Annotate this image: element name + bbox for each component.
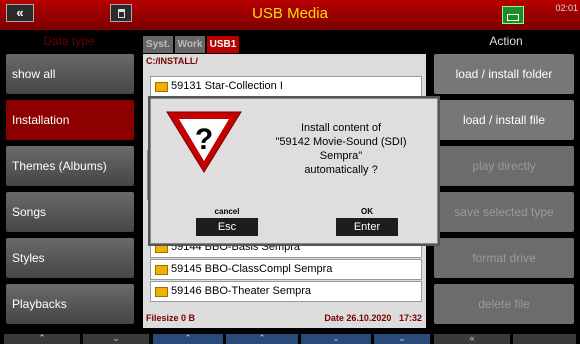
filesize-text: Filesize 0 B xyxy=(146,313,196,323)
tab-usb1[interactable]: USB1 xyxy=(207,36,239,53)
enter-button[interactable]: Enter xyxy=(336,218,398,236)
scroll-top-button[interactable]: ⌃ xyxy=(153,334,223,344)
data-type-heading: Data type xyxy=(43,34,95,48)
usb-icon xyxy=(507,14,519,21)
data-type-installation[interactable]: Installation xyxy=(6,100,134,140)
window-title: USB Media xyxy=(252,5,328,22)
date-text: Date 26.10.2020 xyxy=(324,313,392,323)
data-type-playbacks[interactable]: Playbacks xyxy=(6,284,134,324)
time-text: 17:32 xyxy=(398,313,422,323)
page-up-left-button[interactable]: ⌃ xyxy=(4,334,80,344)
folder-icon xyxy=(155,243,168,253)
file-item-label: 59146 BBO-Theater Sempra xyxy=(171,285,312,297)
page-down-left-button[interactable]: ⌄ xyxy=(83,334,149,344)
load-install-file-button[interactable]: load / install file xyxy=(434,100,574,140)
file-item[interactable]: 59131 Star-Collection I xyxy=(150,76,422,97)
current-path: C:/INSTALL/ xyxy=(146,56,198,66)
file-item-label: 59131 Star-Collection I xyxy=(171,80,283,92)
esc-button[interactable]: Esc xyxy=(196,218,258,236)
cancel-caption: cancel xyxy=(214,207,240,216)
dialog-message: Install content of "59142 Movie-Sound (S… xyxy=(251,121,431,177)
install-confirm-dialog: ? Install content of "59142 Movie-Sound … xyxy=(150,98,438,244)
save-selected-type-button[interactable]: save selected type xyxy=(434,192,574,232)
load-install-folder-button[interactable]: load / install folder xyxy=(434,54,574,94)
usb-status-badge xyxy=(502,6,524,24)
action-heading: Action xyxy=(489,34,523,48)
file-item[interactable]: 59145 BBO-ClassCompl Sempra xyxy=(150,259,422,280)
status-line: Filesize 0 B Date 26.10.2020 17:32 xyxy=(146,313,422,323)
data-type-show-all[interactable]: show all xyxy=(6,54,134,94)
scroll-bottom-button[interactable]: ⌄ xyxy=(374,334,430,344)
dialog-message-line: Install content of xyxy=(300,122,382,134)
file-item[interactable]: 59146 BBO-Theater Sempra xyxy=(150,281,422,302)
data-type-songs[interactable]: Songs xyxy=(6,192,134,232)
dialog-message-line: "59142 Movie-Sound (SDI) xyxy=(275,136,407,148)
dialog-message-line: automatically ? xyxy=(304,164,378,176)
scroll-down-button[interactable]: ⌄ xyxy=(301,334,371,344)
data-type-styles[interactable]: Styles xyxy=(6,238,134,278)
data-type-themes[interactable]: Themes (Albums) xyxy=(6,146,134,186)
svg-text:?: ? xyxy=(195,123,213,156)
folder-icon xyxy=(155,287,168,297)
tab-work[interactable]: Work xyxy=(175,36,205,53)
bottom-button-bar: ⌃ ⌄ ⌃ ⌃ ⌄ ⌄ « xyxy=(0,334,580,344)
ok-caption: OK xyxy=(361,207,373,216)
dialog-message-line: Sempra" xyxy=(319,150,363,162)
play-directly-button[interactable]: play directly xyxy=(434,146,574,186)
folder-icon xyxy=(155,265,168,275)
scroll-up-button[interactable]: ⌃ xyxy=(226,334,298,344)
warning-question-icon: ? xyxy=(166,111,242,173)
format-drive-button[interactable]: format drive xyxy=(434,238,574,278)
file-item-label: 59145 BBO-ClassCompl Sempra xyxy=(171,263,333,275)
folder-icon xyxy=(155,82,168,92)
tab-syst[interactable]: Syst. xyxy=(143,36,173,53)
clock: 02:01 xyxy=(555,3,578,13)
back-folder-button[interactable]: « xyxy=(434,334,510,344)
delete-file-button[interactable]: delete file xyxy=(434,284,574,324)
bottom-extra-button[interactable] xyxy=(513,334,576,344)
